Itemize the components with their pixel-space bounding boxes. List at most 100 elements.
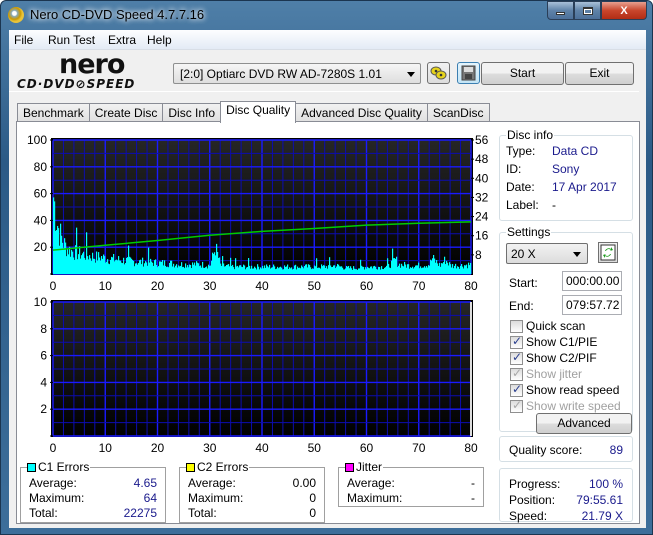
speed-value: 21.79 X [581,509,623,523]
x-tick-label: 20 [151,279,165,290]
y-tick-label: 10 [34,295,48,309]
c2-errors-title: C2 Errors [186,460,250,474]
c1-maximum-row: Maximum: 64 [29,491,157,505]
checkbox-checked-icon [510,350,523,365]
y-tick-label: 80 [34,160,48,174]
c2-maximum-row: Maximum: 0 [188,491,316,505]
jitter-maximum-value: - [471,491,475,505]
position-value: 79:55.61 [576,493,623,507]
drive-info-button[interactable] [427,62,450,84]
progress-group: Progress: 100 % Position: 79:55.61 Speed… [499,468,633,523]
c1-total-row: Total: 22275 [29,506,157,520]
c2-errors-group: C2 Errors Average: 0.00 Maximum: 0 Total: 0 [179,460,325,523]
c1-title-text: C1 Errors [38,460,90,474]
checkbox-checked-icon [510,398,523,413]
menu-run-test[interactable]: Run Test [48,33,95,47]
quick-scan-label: Quick scan [526,319,586,333]
tab-disc-info[interactable]: Disc Info [162,103,222,122]
settings-title: Settings [506,225,552,239]
x-tick-label: 50 [308,441,322,455]
show-jitter-checkbox: Show jitter [510,366,583,381]
advanced-button[interactable]: Advanced [536,413,632,434]
c2-total-label: Total: [188,506,217,520]
nero-logo: nero CD·DVD⊘SPEED [9,51,169,94]
show-read-speed-label: Show read speed [526,383,620,397]
x-tick-label: 40 [255,279,269,290]
x-tick-label: 10 [99,441,113,455]
tab-scandisc[interactable]: ScanDisc [426,103,490,122]
show-c2-pif-label: Show C2/PIF [526,351,597,365]
c1-maximum-value: 64 [143,491,157,505]
y-tick-label: 4 [40,375,47,389]
jitter-average-row: Average: - [347,476,475,490]
quick-scan-checkbox[interactable]: Quick scan [510,319,585,333]
drive-select[interactable]: [2:0] Optiarc DVD RW AD-7280S 1.01 [173,63,421,84]
minimize-button[interactable] [547,1,574,20]
start-button[interactable]: Start [481,62,564,85]
c2-chart: 2 4 6 8 10 0 10 20 30 40 50 60 70 80 [34,295,478,455]
tab-benchmark[interactable]: Benchmark [17,103,90,122]
y-tick-label: 20 [34,240,48,254]
progress-value: 100 % [588,477,623,491]
end-label: End: [509,299,534,313]
jitter-group: Jitter Average: - Maximum: - [338,460,484,507]
jitter-legend-swatch [345,463,354,472]
menu-help[interactable]: Help [147,33,172,47]
tab-disc-quality[interactable]: Disc Quality [220,101,297,123]
toolbar-separator [9,91,639,92]
c1-total-value: 22275 [123,506,157,520]
x-tick-label: 70 [412,279,426,290]
date-label: Date: [506,180,535,194]
show-c2-pif-checkbox[interactable]: Show C2/PIF [510,350,597,365]
save-button[interactable] [457,62,480,84]
type-label: Type: [506,144,536,158]
show-c1-pie-checkbox[interactable]: Show C1/PIE [510,334,597,349]
chevron-down-icon [407,72,415,77]
tab-create-disc[interactable]: Create Disc [88,103,164,122]
x-tick-label: 20 [151,441,165,455]
start-input[interactable]: 000:00.00 [562,271,622,291]
show-write-speed-label: Show write speed [526,399,621,413]
show-read-speed-checkbox[interactable]: Show read speed [510,382,620,397]
c1-total-label: Total: [29,506,58,520]
y2-tick-label: 32 [475,190,489,204]
c2-total-row: Total: 0 [188,506,316,520]
c1-legend-swatch [27,463,36,472]
drive-select-value: [2:0] Optiarc DVD RW AD-7280S 1.01 [180,67,382,81]
refresh-icon [600,244,616,261]
disc-info-title: Disc info [506,128,555,142]
y2-tick-label: 8 [475,248,482,262]
speed-select-value: 20 X [511,247,536,261]
speed-select[interactable]: 20 X [506,243,588,264]
show-jitter-label: Show jitter [526,367,583,381]
title-bar[interactable]: Nero CD-DVD Speed 4.7.7.16 X [1,1,652,29]
floppy-save-icon [461,65,476,81]
label-label: Label: [506,198,539,212]
end-input[interactable]: 079:57.72 [562,295,622,315]
c1-chart: 20 40 60 80 100 0 10 20 30 40 50 60 70 80 8 16 24 32 40 48 5… [27,133,489,290]
settings-group: Settings 20 X Start: 000:00.00 End: 079:… [499,225,633,434]
minimize-icon [556,12,565,15]
y-tick-label: 6 [40,349,47,363]
close-button[interactable]: X [601,1,647,20]
maximize-button[interactable] [574,1,601,20]
type-value: Data CD [552,144,599,158]
quality-score-value: 89 [609,443,623,457]
show-write-speed-checkbox: Show write speed [510,398,621,413]
y2-tick-label: 56 [475,133,489,147]
checkbox-checked-icon [510,366,523,381]
c2-total-value: 0 [309,506,316,520]
x-tick-label: 30 [203,441,217,455]
y2-tick-label: 16 [475,229,489,243]
tab-advanced-disc-quality[interactable]: Advanced Disc Quality [295,103,428,122]
logo-product: CD·DVD⊘SPEED [17,77,136,91]
exit-button[interactable]: Exit [565,62,634,85]
menu-file[interactable]: File [14,33,33,47]
x-tick-label: 0 [50,279,57,290]
window-title: Nero CD-DVD Speed 4.7.7.16 [30,7,205,22]
jitter-average-value: - [471,476,475,490]
refresh-speed-button[interactable] [598,242,618,263]
position-label: Position: [509,493,556,507]
menu-extra[interactable]: Extra [108,33,136,47]
disc-chain-icon [430,66,447,80]
